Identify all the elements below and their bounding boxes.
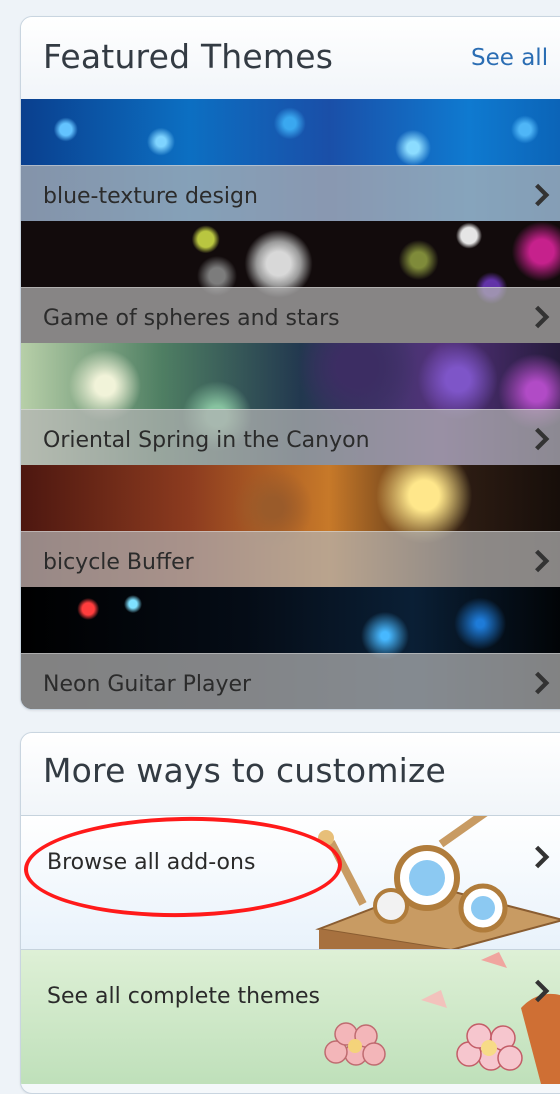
- see-all-themes-link[interactable]: See all: [471, 45, 548, 71]
- chevron-right-icon: [535, 183, 550, 207]
- add-ons-illustration: [315, 816, 560, 950]
- theme-name: Neon Guitar Player: [43, 672, 252, 697]
- more-ways-panel: More ways to customize Browse all add-on…: [20, 732, 560, 1094]
- chevron-right-icon: [535, 549, 550, 573]
- theme-name: blue-texture design: [43, 184, 258, 209]
- featured-themes-header: Featured Themes See all: [21, 17, 560, 99]
- more-ways-header: More ways to customize: [21, 733, 560, 815]
- theme-name: Oriental Spring in the Canyon: [43, 428, 370, 453]
- browse-add-ons-label: Browse all add-ons: [47, 850, 256, 875]
- chevron-right-icon: [535, 979, 550, 1003]
- theme-item-bicycle-buffer[interactable]: bicycle Buffer: [21, 465, 560, 587]
- theme-item-blue-texture[interactable]: blue-texture design: [21, 99, 560, 221]
- featured-themes-title: Featured Themes: [43, 37, 334, 76]
- more-ways-title: More ways to customize: [43, 751, 447, 790]
- featured-themes-panel: Featured Themes See all blue-texture des…: [20, 16, 560, 710]
- chevron-right-icon: [535, 427, 550, 451]
- chevron-right-icon: [535, 671, 550, 695]
- chevron-right-icon: [535, 845, 550, 869]
- browse-add-ons-row[interactable]: Browse all add-ons: [21, 815, 560, 950]
- complete-themes-illustration: [324, 952, 560, 1084]
- theme-name: bicycle Buffer: [43, 550, 194, 575]
- theme-item-game-of-spheres[interactable]: Game of spheres and stars: [21, 221, 560, 343]
- see-all-complete-themes-row[interactable]: See all complete themes: [21, 949, 560, 1084]
- theme-item-neon-guitar[interactable]: Neon Guitar Player: [21, 587, 560, 709]
- theme-item-oriental-spring[interactable]: Oriental Spring in the Canyon: [21, 343, 560, 465]
- theme-name: Game of spheres and stars: [43, 306, 340, 331]
- see-all-complete-themes-label: See all complete themes: [47, 984, 321, 1009]
- chevron-right-icon: [535, 305, 550, 329]
